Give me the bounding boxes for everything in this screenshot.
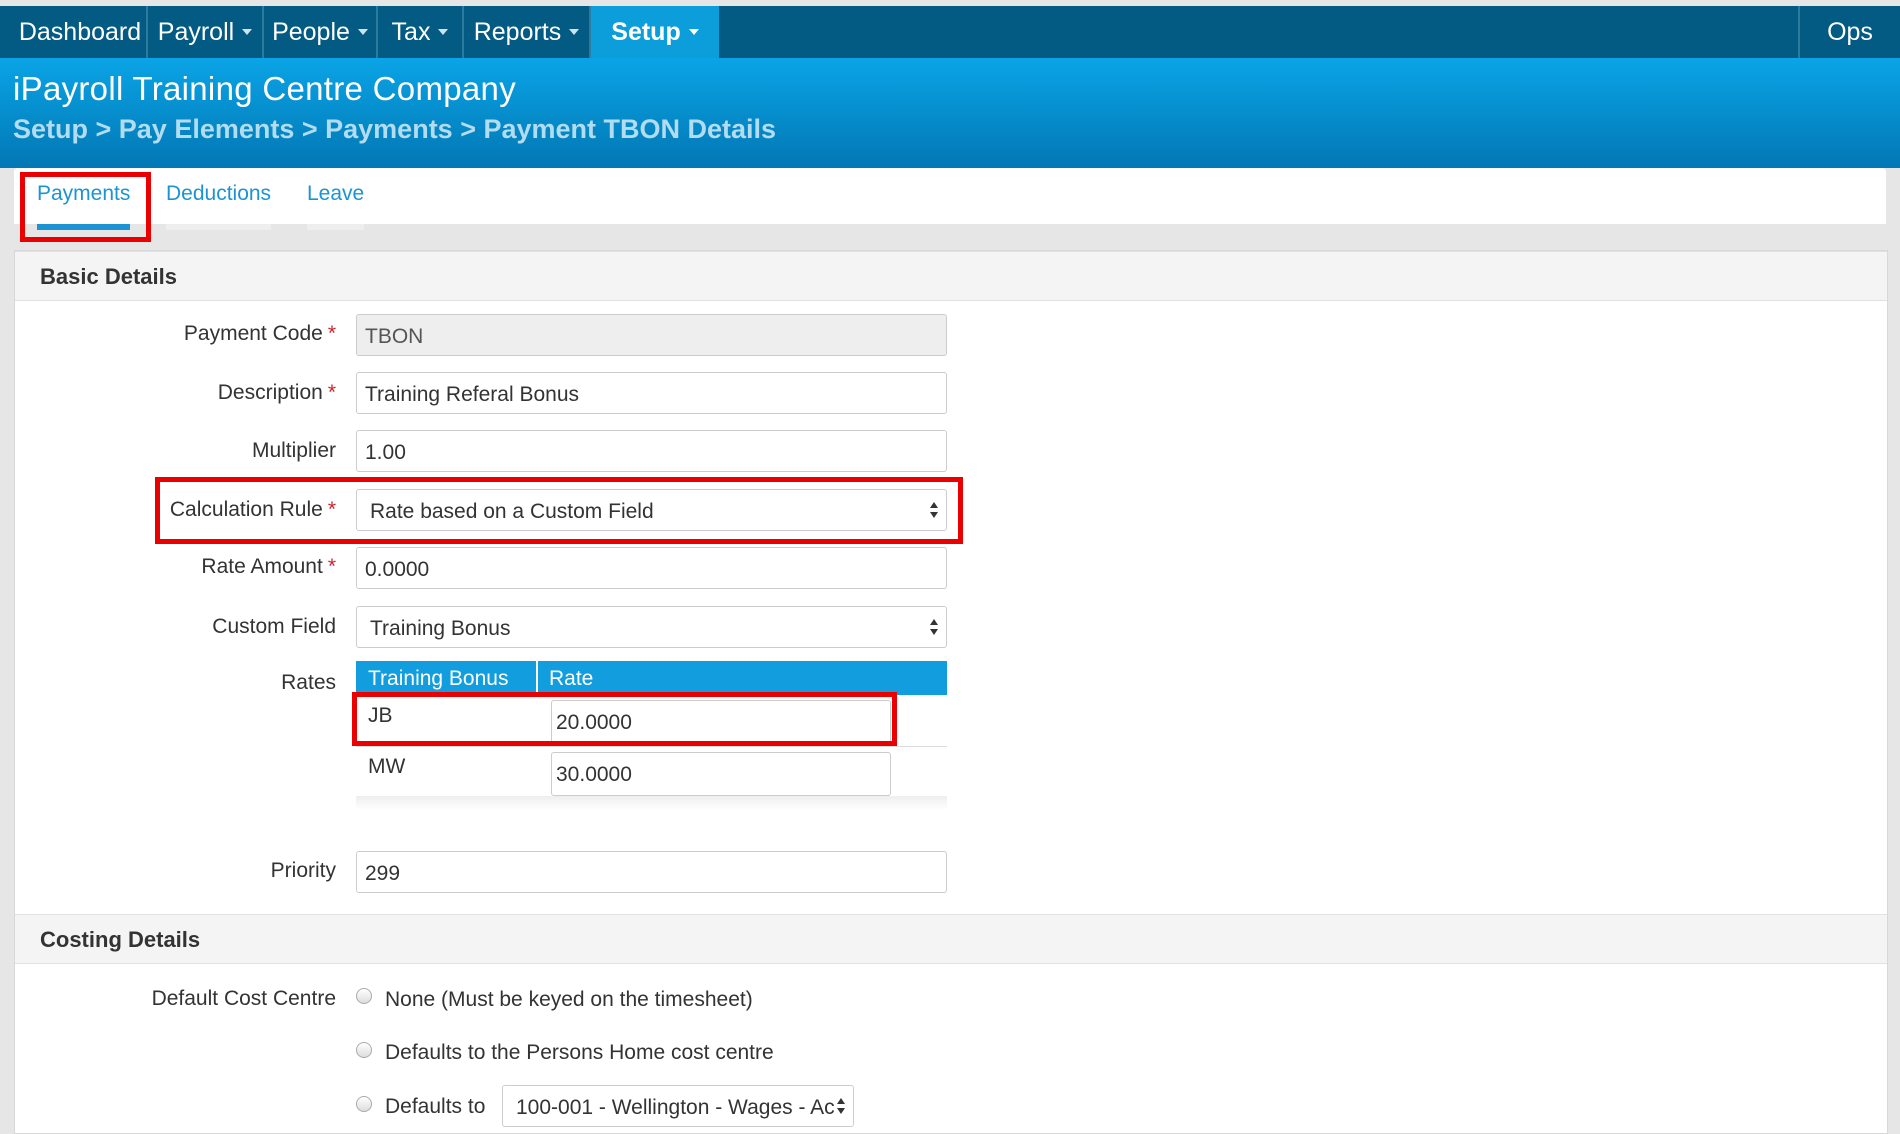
costing-details-header: Costing Details: [15, 914, 1887, 964]
highlight-box: [20, 172, 151, 242]
nav-reports-label: Reports: [473, 17, 562, 46]
caret-down-icon: [357, 29, 368, 35]
custom-field-label: Custom Field: [212, 615, 336, 638]
column-divider: [536, 661, 538, 695]
tab-underline: [307, 224, 365, 230]
rates-col-rate: Rate: [549, 667, 594, 690]
rates-table-footer: [356, 796, 947, 810]
multiplier-label: Multiplier: [251, 439, 336, 462]
custom-field-value: Training Bonus: [370, 617, 511, 640]
tabs-bar: Payments Deductions Leave: [14, 168, 1886, 230]
multiplier-field[interactable]: 1.00: [356, 430, 947, 472]
default-cost-centre-value: 100-001 - Wellington - Wages - Ac: [516, 1096, 835, 1119]
tab-leave-label: Leave: [307, 182, 365, 205]
payment-code-field[interactable]: TBON: [356, 314, 947, 356]
nav-people-label: People: [272, 17, 350, 46]
default-cost-centre-select[interactable]: 100-001 - Wellington - Wages - Ac: [502, 1085, 854, 1127]
nav-people[interactable]: People: [264, 6, 378, 58]
nav-tax-label: Tax: [391, 17, 431, 46]
top-nav: Dashboard Payroll People Tax Reports Set…: [0, 6, 1900, 58]
basic-details-title: Basic Details: [40, 264, 177, 289]
rate-amount-label: Rate Amount *: [201, 555, 336, 578]
rate-code: MW: [368, 755, 406, 778]
costing-details-title: Costing Details: [40, 927, 201, 952]
description-field[interactable]: Training Referal Bonus: [356, 372, 947, 414]
caret-down-icon: [688, 29, 699, 35]
description-label: Description *: [217, 381, 336, 404]
radio-none[interactable]: [356, 988, 372, 1004]
radio-none-label: None (Must be keyed on the timesheet): [385, 988, 753, 1011]
highlight-box: [155, 477, 963, 544]
custom-field-select[interactable]: Training Bonus: [356, 606, 947, 648]
rate-input[interactable]: 30.0000: [551, 752, 891, 796]
tab-underline: [166, 224, 272, 230]
tab-deductions-label: Deductions: [166, 182, 272, 205]
nav-setup-label: Setup: [611, 17, 681, 46]
radio-defaults-to-label: Defaults to: [385, 1095, 486, 1118]
payment-code-label: Payment Code *: [183, 322, 336, 345]
rates-label: Rates: [281, 671, 336, 694]
nav-fill: [719, 6, 1798, 58]
table-row: MW 30.0000: [356, 747, 947, 798]
nav-ops[interactable]: Ops: [1798, 6, 1900, 58]
radio-defaults-to[interactable]: [356, 1096, 372, 1112]
radio-home-cost-centre-label: Defaults to the Persons Home cost centre: [385, 1041, 774, 1064]
required-mark: *: [327, 381, 336, 404]
rate-amount-field[interactable]: 0.0000: [356, 547, 947, 589]
caret-down-icon: [242, 29, 253, 35]
breadcrumb: Setup > Pay Elements > Payments > Paymen…: [13, 114, 777, 144]
caret-down-icon: [438, 29, 449, 35]
page-header: iPayroll Training Centre Company Setup >…: [0, 58, 1900, 168]
default-cost-centre-label: Default Cost Centre: [151, 987, 336, 1010]
required-mark: *: [327, 555, 336, 578]
highlight-box: [352, 692, 897, 746]
nav-dashboard[interactable]: Dashboard: [14, 6, 148, 58]
required-mark: *: [327, 322, 336, 345]
rates-col-training-bonus: Training Bonus: [368, 667, 509, 690]
nav-tax[interactable]: Tax: [378, 6, 464, 58]
nav-setup[interactable]: Setup: [591, 6, 719, 58]
nav-payroll[interactable]: Payroll: [148, 6, 264, 58]
rates-table-header: Training Bonus Rate: [356, 661, 947, 695]
nav-ops-label: Ops: [1827, 17, 1873, 46]
priority-field[interactable]: 299: [356, 851, 947, 893]
radio-home-cost-centre[interactable]: [356, 1042, 372, 1058]
basic-details-header: Basic Details: [15, 251, 1887, 301]
tab-leave[interactable]: Leave: [307, 182, 365, 230]
priority-label: Priority: [270, 859, 336, 882]
tab-deductions[interactable]: Deductions: [166, 182, 272, 230]
nav-payroll-label: Payroll: [157, 17, 235, 46]
company-title: iPayroll Training Centre Company: [13, 70, 516, 107]
caret-down-icon: [569, 29, 580, 35]
nav-dashboard-label: Dashboard: [18, 17, 142, 46]
nav-reports[interactable]: Reports: [464, 6, 591, 58]
